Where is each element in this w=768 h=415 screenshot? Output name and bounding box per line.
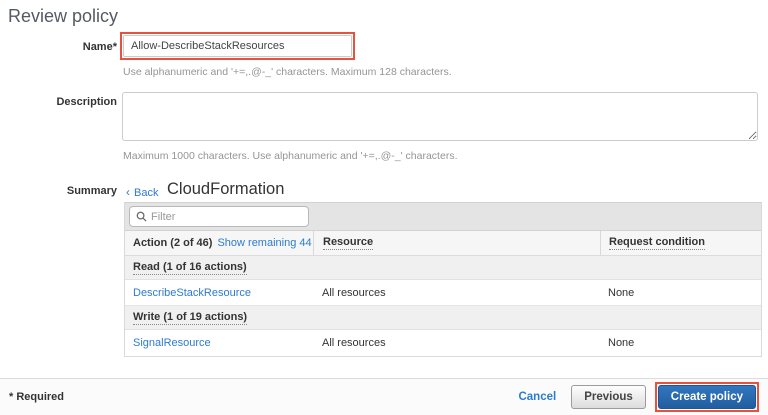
resource-cell: All resources bbox=[313, 280, 600, 305]
page-title: Review policy bbox=[8, 6, 118, 27]
table-header-row: Action (2 of 46) Show remaining 44 Resou… bbox=[125, 231, 761, 256]
action-cell: SignalResource bbox=[125, 330, 313, 356]
footer-bar: * Required Cancel Previous Create policy bbox=[0, 378, 768, 415]
search-icon bbox=[136, 211, 147, 222]
description-textarea[interactable] bbox=[122, 92, 758, 141]
review-policy-page: Review policy Name* Use alphanumeric and… bbox=[0, 0, 768, 415]
resource-header-label: Resource bbox=[323, 236, 373, 250]
name-field-highlight bbox=[120, 32, 355, 60]
request-condition-header-label: Request condition bbox=[609, 236, 705, 250]
required-note: * Required bbox=[9, 391, 64, 403]
name-label: Name* bbox=[0, 41, 117, 53]
previous-button[interactable]: Previous bbox=[571, 385, 646, 409]
read-group-label: Read (1 of 16 actions) bbox=[133, 261, 247, 275]
create-policy-highlight: Create policy bbox=[655, 382, 759, 412]
back-link-label: Back bbox=[134, 187, 158, 199]
footer-actions: Cancel Previous Create policy bbox=[518, 382, 759, 412]
request-condition-cell: None bbox=[600, 330, 761, 356]
action-count-label: Action (2 of 46) bbox=[133, 237, 212, 249]
resource-cell: All resources bbox=[313, 330, 600, 356]
summary-label: Summary bbox=[0, 185, 117, 197]
write-group-label: Write (1 of 19 actions) bbox=[133, 311, 247, 325]
group-row-read: Read (1 of 16 actions) bbox=[125, 256, 761, 280]
description-label: Description bbox=[0, 96, 117, 108]
column-header-resource: Resource bbox=[313, 231, 600, 255]
policy-name-input[interactable] bbox=[123, 35, 352, 57]
filter-search-box[interactable] bbox=[129, 206, 309, 227]
column-header-action: Action (2 of 46) Show remaining 44 bbox=[125, 231, 313, 255]
create-policy-button[interactable]: Create policy bbox=[658, 385, 756, 409]
action-link-describe-stack-resource[interactable]: DescribeStackResource bbox=[133, 287, 251, 299]
service-name-heading: CloudFormation bbox=[167, 180, 284, 199]
filter-input[interactable] bbox=[151, 211, 302, 223]
back-link[interactable]: ‹ Back bbox=[126, 185, 158, 199]
cancel-link[interactable]: Cancel bbox=[518, 391, 556, 403]
chevron-left-icon: ‹ bbox=[126, 185, 130, 199]
action-cell: DescribeStackResource bbox=[125, 280, 313, 305]
table-row: DescribeStackResource All resources None bbox=[125, 280, 761, 306]
name-help-text: Use alphanumeric and '+=,.@-_' character… bbox=[123, 66, 452, 78]
filter-bar bbox=[125, 203, 761, 231]
description-help-text: Maximum 1000 characters. Use alphanumeri… bbox=[123, 150, 457, 162]
table-row: SignalResource All resources None bbox=[125, 330, 761, 356]
request-condition-cell: None bbox=[600, 280, 761, 305]
action-link-signal-resource[interactable]: SignalResource bbox=[133, 337, 211, 349]
column-header-request-condition: Request condition bbox=[600, 231, 761, 255]
policy-summary-panel: Action (2 of 46) Show remaining 44 Resou… bbox=[124, 202, 762, 357]
group-row-write: Write (1 of 19 actions) bbox=[125, 306, 761, 330]
show-remaining-link[interactable]: Show remaining 44 bbox=[217, 237, 311, 249]
